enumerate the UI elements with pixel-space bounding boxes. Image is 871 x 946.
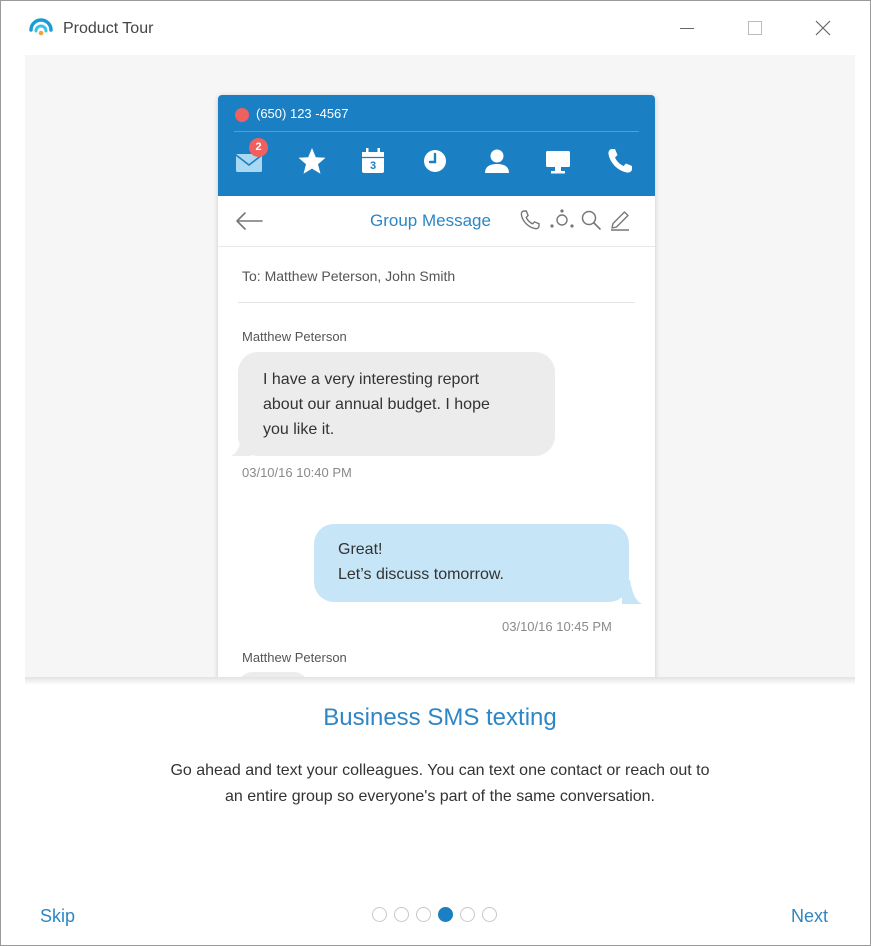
- message-sender: Matthew Peterson: [242, 329, 347, 344]
- message-line: you like it.: [263, 421, 335, 438]
- window-title: Product Tour: [63, 20, 154, 37]
- message-line: about our annual budget. I hope: [263, 396, 490, 413]
- step-dot-4[interactable]: [438, 907, 453, 922]
- recipients-divider: [238, 302, 635, 303]
- close-button[interactable]: [801, 11, 845, 45]
- incoming-message-bubble: I have a very interesting report about o…: [238, 352, 555, 456]
- tour-step-description: Go ahead and text your colleagues. You c…: [101, 758, 779, 810]
- phone-nav-bar: 2 3: [218, 138, 655, 185]
- section-divider: [25, 677, 855, 685]
- product-tour-window: Product Tour (650) 123 -4567 2 3 Group M…: [0, 0, 871, 946]
- phone-header: (650) 123 -4567 2 3: [218, 95, 655, 196]
- status-indicator: [235, 108, 249, 122]
- call-icon[interactable]: [518, 208, 542, 232]
- message-line: Let’s discuss tomorrow.: [338, 566, 504, 583]
- message-timestamp: 03/10/16 10:40 PM: [242, 465, 352, 480]
- nav-messages[interactable]: 2: [234, 138, 268, 177]
- minimize-icon: [680, 28, 694, 29]
- close-icon: [815, 20, 831, 36]
- search-icon[interactable]: [579, 208, 603, 232]
- message-line: Great!: [338, 541, 383, 558]
- maximize-icon: [748, 21, 762, 35]
- nav-recents[interactable]: [419, 145, 451, 177]
- nav-meetings[interactable]: [542, 145, 574, 177]
- description-line: Go ahead and text your colleagues. You c…: [170, 762, 710, 779]
- app-logo-icon: [29, 18, 53, 36]
- nav-phone[interactable]: [604, 145, 636, 177]
- conversation-title: Group Message: [370, 211, 491, 230]
- step-indicator: [372, 907, 497, 923]
- next-button[interactable]: Next: [791, 906, 828, 927]
- minimize-button[interactable]: [665, 11, 709, 45]
- step-dot-1[interactable]: [372, 907, 387, 922]
- phone-icon: [608, 149, 632, 173]
- nav-contacts[interactable]: [481, 145, 513, 177]
- description-line: an entire group so everyone's part of th…: [225, 788, 655, 805]
- message-line: I have a very interesting report: [263, 371, 480, 388]
- contacts-icon: [485, 149, 509, 173]
- skip-button[interactable]: Skip: [40, 906, 75, 927]
- step-dot-5[interactable]: [460, 907, 475, 922]
- compose-icon[interactable]: [608, 208, 632, 232]
- nav-favorites[interactable]: [296, 145, 328, 177]
- phone-number: (650) 123 -4567: [256, 106, 349, 121]
- message-timestamp: 03/10/16 10:45 PM: [502, 619, 612, 634]
- message-sender: Matthew Peterson: [242, 650, 347, 665]
- step-dot-2[interactable]: [394, 907, 409, 922]
- step-dot-3[interactable]: [416, 907, 431, 922]
- tour-step-heading: Business SMS texting: [323, 704, 557, 731]
- favorites-icon: [298, 148, 326, 174]
- outgoing-message-bubble: Great! Let’s discuss tomorrow.: [314, 524, 629, 602]
- tour-illustration: (650) 123 -4567 2 3 Group Message To: Ma…: [25, 55, 855, 677]
- nav-calendar[interactable]: 3: [357, 145, 389, 177]
- conversation-toolbar: Group Message: [218, 196, 655, 247]
- calendar-day: 3: [369, 160, 377, 172]
- add-participant-icon[interactable]: [549, 208, 575, 232]
- recents-icon: [424, 150, 446, 172]
- title-bar: Product Tour: [1, 1, 870, 55]
- back-arrow-icon[interactable]: [234, 210, 264, 232]
- phone-mockup: (650) 123 -4567 2 3 Group Message To: Ma…: [218, 95, 655, 677]
- maximize-button[interactable]: [733, 11, 777, 45]
- recipients-field[interactable]: To: Matthew Peterson, John Smith: [242, 268, 455, 284]
- header-divider: [234, 131, 639, 132]
- meetings-icon: [546, 151, 570, 174]
- unread-badge: 2: [249, 138, 268, 157]
- step-dot-6[interactable]: [482, 907, 497, 922]
